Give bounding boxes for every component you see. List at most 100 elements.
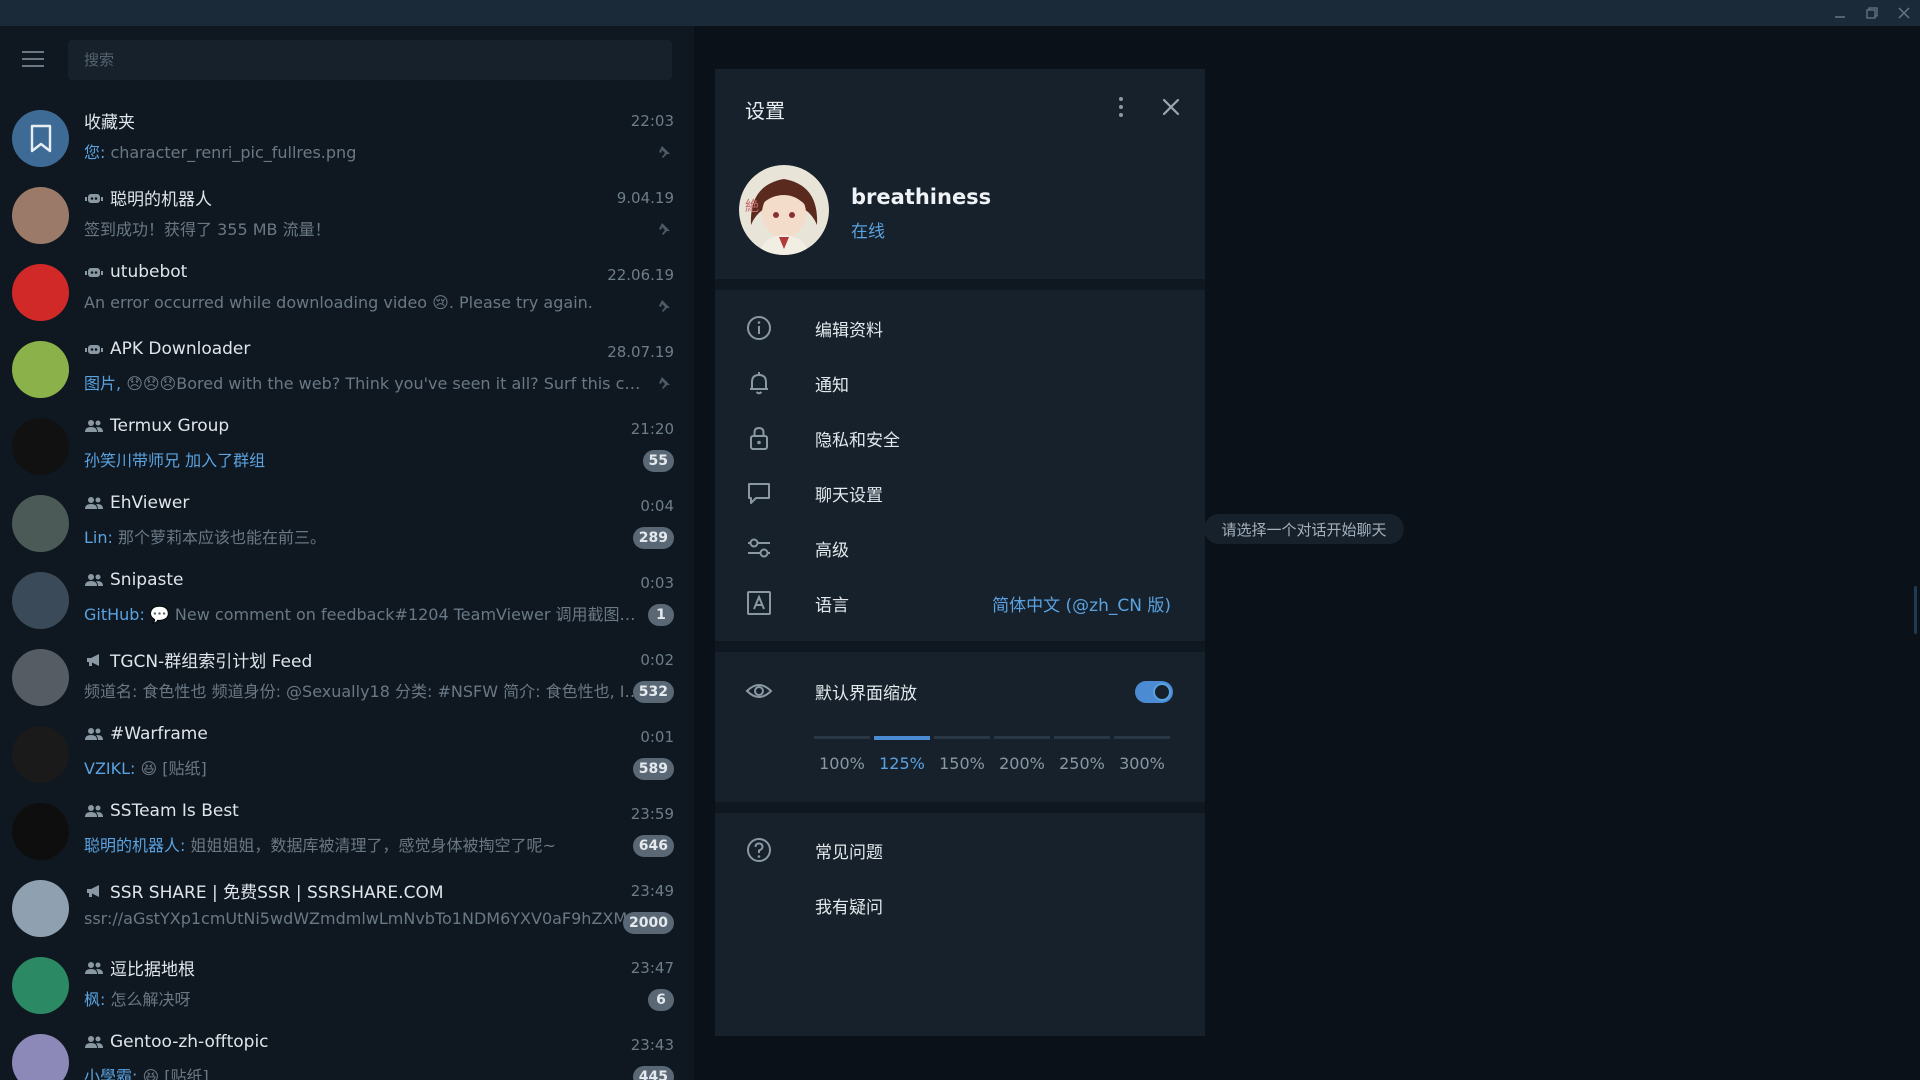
hamburger-menu-icon[interactable]: [18, 48, 48, 70]
chat-avatar[interactable]: [12, 880, 69, 937]
chat-last-message: 频道名: 食色性也 频道身份: @Sexually18 分类: #NSFW 简介…: [84, 678, 644, 702]
chat-title: #Warframe: [84, 724, 208, 744]
scale-option-150[interactable]: 150%: [934, 736, 990, 786]
chat-avatar[interactable]: [12, 341, 69, 398]
chat-title: 逗比据地根: [84, 955, 195, 980]
menu-language[interactable]: 语言 简体中文 (@zh_CN 版): [715, 575, 1205, 630]
chat-title: EhViewer: [84, 493, 189, 513]
chat-avatar[interactable]: [12, 418, 69, 475]
chat-avatar[interactable]: [12, 572, 69, 629]
minimize-icon[interactable]: [1826, 0, 1854, 26]
chat-last-message: 小學霸: 😆 [贴纸]: [84, 1063, 644, 1080]
chat-title: utubebot: [84, 262, 187, 282]
message-text: ssr://aGstYXp1cmUtNi5wdWZmdmlwLmNvbTo1ND…: [84, 909, 644, 928]
menu-label: 聊天设置: [815, 486, 883, 506]
chat-list-item[interactable]: TGCN-群组索引计划 Feed 0:02 频道名: 食色性也 频道身份: @Sex…: [0, 641, 694, 718]
eye-icon: [745, 677, 773, 705]
chat-list-item[interactable]: Snipaste 0:03 GitHub: 💬 New comment on fee…: [0, 564, 694, 641]
close-window-icon[interactable]: [1890, 0, 1918, 26]
chat-list-item[interactable]: SSTeam Is Best 23:59 聪明的机器人: 姐姐姐姐，数据库被清理了，…: [0, 795, 694, 872]
chat-avatar[interactable]: [12, 803, 69, 860]
menu-ask-question[interactable]: 我有疑问: [715, 877, 1205, 932]
menu-advanced[interactable]: 高级: [715, 520, 1205, 575]
more-options-icon[interactable]: [1105, 91, 1137, 123]
menu-label: 我有疑问: [815, 898, 883, 918]
menu-label: 通知: [815, 376, 849, 396]
chat-time: 0:03: [640, 574, 674, 592]
chat-list-item[interactable]: Termux Group 21:20 孙笑川带师兄 加入了群组 55: [0, 410, 694, 487]
scale-option-200[interactable]: 200%: [994, 736, 1050, 786]
menu-chat-settings[interactable]: 聊天设置: [715, 465, 1205, 520]
language-value: 简体中文 (@zh_CN 版): [992, 596, 1171, 616]
close-icon[interactable]: [1155, 91, 1187, 123]
message-sender: 图片,: [84, 374, 127, 393]
bot-icon: [84, 190, 104, 206]
chat-list-item[interactable]: APK Downloader 28.07.19 图片, 😞😞😞Bored with …: [0, 333, 694, 410]
group-icon: [84, 418, 104, 434]
chat-avatar[interactable]: [12, 957, 69, 1014]
chat-title: SSR SHARE | 免费SSR | SSRSHARE.COM: [84, 878, 444, 903]
scale-option-125[interactable]: 125%: [874, 736, 930, 786]
chat-title: Snipaste: [84, 570, 183, 590]
chat-time: 23:59: [630, 805, 674, 823]
chat-avatar[interactable]: [12, 726, 69, 783]
profile-section[interactable]: 絶 breathiness 在线: [715, 155, 1205, 275]
chat-time: 22.06.19: [607, 266, 674, 284]
scale-toggle[interactable]: [1135, 681, 1173, 703]
chat-list-item[interactable]: Gentoo-zh-offtopic 23:43 小學霸: 😆 [贴纸] 445: [0, 1026, 694, 1080]
chat-name: Snipaste: [110, 570, 184, 590]
chat-avatar[interactable]: [12, 110, 69, 167]
menu-privacy[interactable]: 隐私和安全: [715, 410, 1205, 465]
chat-avatar[interactable]: [12, 495, 69, 552]
pin-icon: [656, 221, 672, 237]
channel-icon: [84, 652, 104, 668]
scale-option-100[interactable]: 100%: [814, 736, 870, 786]
scale-label: 默认界面缩放: [815, 684, 917, 704]
message-text: character_renri_pic_fullres.png: [110, 143, 357, 162]
scrollbar[interactable]: [1914, 586, 1917, 634]
chat-list-item[interactable]: SSR SHARE | 免费SSR | SSRSHARE.COM 23:49 ssr…: [0, 872, 694, 949]
chat-list-pane: 收藏夹 22:03 您: character_renri_pic_fullres.p…: [0, 26, 694, 1080]
message-text: 😞😞😞Bored with the web? Think you've seen…: [126, 374, 644, 393]
message-text: 💬 New comment on feedback#1204 TeamViewe…: [149, 605, 644, 624]
chat-name: SSTeam Is Best: [110, 801, 239, 821]
chat-last-message: ssr://aGstYXp1cmUtNi5wdWZmdmlwLmNvbTo1ND…: [84, 909, 644, 928]
restore-icon[interactable]: [1858, 0, 1886, 26]
chat-last-message: 孙笑川带师兄 加入了群组: [84, 447, 644, 471]
default-scale-row[interactable]: 默认界面缩放: [715, 663, 1205, 718]
settings-panel: 设置 絶 breathiness 在线 编辑资料 通知 隐私和安全 聊天设置 高…: [715, 69, 1205, 1036]
chat-avatar[interactable]: [12, 187, 69, 244]
search-input[interactable]: [68, 40, 672, 80]
profile-avatar[interactable]: 絶: [739, 165, 829, 255]
chat-list-item[interactable]: EhViewer 0:04 Lin: 那个萝莉本应该也能在前三。 289: [0, 487, 694, 564]
message-text: 那个萝莉本应该也能在前三。: [117, 528, 326, 547]
message-text: 😆 [贴纸]: [140, 759, 207, 778]
group-icon: [84, 1034, 104, 1050]
chat-time: 23:47: [630, 959, 674, 977]
chat-list-item[interactable]: utubebot 22.06.19 An error occurred while …: [0, 256, 694, 333]
chat-last-message: 签到成功！获得了 355 MB 流量！: [84, 216, 644, 240]
scale-option-250[interactable]: 250%: [1054, 736, 1110, 786]
message-text: 频道名: 食色性也 频道身份: @Sexually18 分类: #NSFW 简介…: [84, 682, 644, 701]
chat-name: utubebot: [110, 262, 188, 282]
chat-avatar[interactable]: [12, 649, 69, 706]
profile-status: 在线: [851, 222, 885, 242]
chat-avatar[interactable]: [12, 1034, 69, 1080]
menu-edit-profile[interactable]: 编辑资料: [715, 300, 1205, 355]
empty-chat-hint: 请选择一个对话开始聊天: [1204, 514, 1404, 544]
chat-name: #Warframe: [110, 724, 208, 744]
chat-title: Termux Group: [84, 416, 229, 436]
menu-faq[interactable]: 常见问题: [715, 822, 1205, 877]
chat-name: 收藏夹: [84, 113, 135, 133]
chat-list-item[interactable]: 聪明的机器人 9.04.19 签到成功！获得了 355 MB 流量！: [0, 179, 694, 256]
menu-notifications[interactable]: 通知: [715, 355, 1205, 410]
chat-title: APK Downloader: [84, 339, 250, 359]
chat-list-item[interactable]: #Warframe 0:01 VZIKL: 😆 [贴纸] 589: [0, 718, 694, 795]
chat-list-item[interactable]: 收藏夹 22:03 您: character_renri_pic_fullres.p…: [0, 102, 694, 179]
chat-avatar[interactable]: [12, 264, 69, 321]
message-sender: 您:: [84, 143, 111, 162]
chat-list-item[interactable]: 逗比据地根 23:47 枫: 怎么解决呀 6: [0, 949, 694, 1026]
profile-name: breathiness: [851, 185, 992, 209]
message-sender: Lin:: [84, 528, 118, 547]
scale-option-300[interactable]: 300%: [1114, 736, 1170, 786]
